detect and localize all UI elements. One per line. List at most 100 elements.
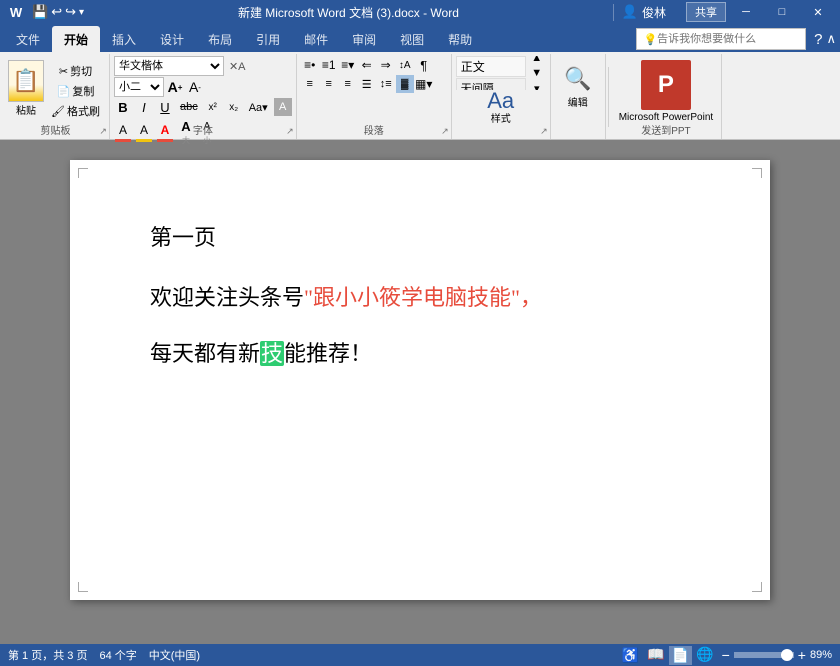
minimize-button[interactable]: ─ — [730, 0, 762, 24]
tab-layout[interactable]: 布局 — [196, 26, 244, 52]
font-family-select[interactable]: 华文楷体 — [114, 56, 224, 76]
user-name: 俊林 — [642, 4, 666, 21]
print-view-button[interactable]: 📄 — [669, 646, 692, 665]
zoom-in-button[interactable]: + — [798, 647, 806, 663]
title-bar: W 💾 ↩ ↪ ▾ 新建 Microsoft Word 文档 (3).docx … — [0, 0, 840, 24]
numbered-list-button[interactable]: ≡1 — [320, 56, 338, 74]
tell-me-box[interactable]: 💡 — [636, 28, 806, 50]
decrease-indent-button[interactable]: ⇐ — [358, 56, 376, 74]
styles-label: 样式 — [491, 110, 511, 125]
editing-label: 编辑 — [568, 94, 588, 109]
clipboard-expand-icon[interactable]: ↗ — [99, 126, 107, 137]
format-painter-button[interactable]: 🖌 格式刷 — [48, 102, 103, 120]
style-normal[interactable]: 正文 — [456, 56, 526, 77]
align-left-button[interactable]: ≡ — [301, 75, 319, 93]
tab-references[interactable]: 引用 — [244, 26, 292, 52]
line2-normal-text: 欢迎关注头条号 — [150, 285, 304, 310]
bullet-list-button[interactable]: ≡• — [301, 56, 319, 74]
document-area: 第一页 欢迎关注头条号"跟小小筱学电脑技能"， 每天都有新技能推荐！ — [0, 140, 840, 644]
restore-button[interactable]: □ — [766, 0, 798, 24]
undo-icon[interactable]: ↩ — [51, 4, 62, 20]
font-expand-icon[interactable]: ↗ — [286, 126, 294, 137]
tab-view[interactable]: 视图 — [388, 26, 436, 52]
document-page: 第一页 欢迎关注头条号"跟小小筱学电脑技能"， 每天都有新技能推荐！ — [70, 160, 770, 600]
line-spacing-button[interactable]: ↕≡ — [377, 75, 395, 93]
styles-more-button[interactable]: ▾ — [528, 81, 546, 91]
font-size-decrease-button[interactable]: A- — [186, 78, 204, 96]
bold-button[interactable]: B — [114, 98, 132, 116]
strikethrough-button[interactable]: abc — [177, 98, 201, 116]
change-case-button[interactable]: Aa▾ — [246, 98, 271, 116]
tab-review[interactable]: 审阅 — [340, 26, 388, 52]
zoom-thumb[interactable] — [781, 649, 793, 661]
web-view-button[interactable]: 🌐 — [696, 646, 713, 665]
copy-button[interactable]: 📄 复制 — [48, 82, 103, 100]
sort-button[interactable]: ↕A — [396, 56, 414, 74]
document-line-3: 每天都有新技能推荐！ — [150, 336, 690, 368]
cursor-highlight-char: 技 — [260, 341, 284, 366]
tab-mail[interactable]: 邮件 — [292, 26, 340, 52]
underline-button[interactable]: U — [156, 98, 174, 116]
user-icon: 👤 — [622, 4, 638, 20]
styles-pane-button[interactable]: Aa — [486, 92, 515, 110]
tab-home[interactable]: 开始 — [52, 26, 100, 52]
paste-button[interactable]: 📋 粘贴 — [6, 58, 46, 119]
close-button[interactable]: ✕ — [802, 0, 834, 24]
tab-help[interactable]: 帮助 — [436, 26, 484, 52]
align-center-button[interactable]: ≡ — [320, 75, 338, 93]
increase-indent-button[interactable]: ⇒ — [377, 56, 395, 74]
corner-mark-bl — [78, 582, 88, 592]
powerpoint-icon[interactable]: P — [641, 60, 691, 110]
border-button[interactable]: ▦▾ — [415, 75, 433, 93]
subscript-button[interactable]: x₂ — [225, 98, 243, 116]
status-left: 第 1 页，共 3 页 64 个字 中文(中国) — [8, 647, 200, 663]
styles-expand-icon[interactable]: ↗ — [540, 126, 548, 137]
tell-me-input[interactable] — [657, 33, 799, 45]
zoom-slider[interactable] — [734, 652, 794, 658]
zoom-level[interactable]: 89% — [810, 649, 832, 661]
editing-button[interactable]: 🔍 编辑 — [558, 64, 597, 111]
share-button[interactable]: 共享 — [686, 2, 726, 22]
document-line-1: 第一页 — [150, 220, 690, 252]
cut-button[interactable]: ✂ 剪切 — [48, 62, 103, 80]
zoom-out-button[interactable]: − — [722, 647, 730, 663]
justify-button[interactable]: ☰ — [358, 75, 376, 93]
help-icon[interactable]: ? — [814, 31, 822, 48]
style-button-area: Aa 样式 — [456, 92, 546, 125]
paragraph-group: ≡• ≡1 ≡▾ ⇐ ⇒ ↕A ¶ ≡ ≡ ≡ ☰ ↕≡ ▓ ▦▾ 段落 ↗ — [297, 54, 452, 139]
show-marks-button[interactable]: ¶ — [415, 56, 433, 74]
send-to-ppt-group: P Microsoft PowerPoint 发送到PPT — [611, 54, 722, 139]
corner-mark-tl — [78, 168, 88, 178]
font-size-select[interactable]: 小二 — [114, 77, 164, 97]
paragraph-group-label: 段落 — [297, 122, 451, 137]
document-title: 新建 Microsoft Word 文档 (3).docx - Word — [238, 6, 459, 20]
tab-file[interactable]: 文件 — [4, 26, 52, 52]
char-shading-button[interactable]: A — [274, 98, 292, 116]
superscript-button[interactable]: x² — [204, 98, 222, 116]
multilevel-list-button[interactable]: ≡▾ — [339, 56, 357, 74]
redo-icon[interactable]: ↪ — [65, 4, 76, 20]
tab-design[interactable]: 设计 — [148, 26, 196, 52]
align-right-button[interactable]: ≡ — [339, 75, 357, 93]
clear-format-button[interactable]: ✕A — [226, 57, 249, 75]
read-view-button[interactable]: 📖 — [647, 646, 664, 665]
ribbon-tab-row: 文件 开始 插入 设计 布局 引用 邮件 审阅 视图 帮助 💡 ? ∧ — [0, 24, 840, 52]
accessibility-icon[interactable]: ♿ — [622, 647, 639, 664]
corner-mark-tr — [752, 168, 762, 178]
tab-insert[interactable]: 插入 — [100, 26, 148, 52]
ribbon-divider — [608, 67, 609, 127]
font-group: 华文楷体 ✕A 小二 A+ A- B I U abc x² x₂ Aa▾ A A — [110, 54, 297, 139]
italic-button[interactable]: I — [135, 98, 153, 116]
ribbon-collapse-icon[interactable]: ∧ — [826, 31, 836, 47]
paragraph-expand-icon[interactable]: ↗ — [441, 126, 449, 137]
font-size-increase-button[interactable]: A+ — [166, 78, 184, 96]
shading-button[interactable]: ▓ — [396, 75, 414, 93]
styles-scroll-up-button[interactable]: ▲ — [528, 56, 546, 65]
paste-label: 粘贴 — [16, 102, 36, 117]
ribbon-content: 📋 粘贴 ✂ 剪切 📄 复制 🖌 格式刷 剪贴板 ↗ 华文楷体 ✕A 小二 A — [0, 52, 840, 140]
save-icon[interactable]: 💾 — [32, 4, 48, 20]
line3-text-before: 每天都有新 — [150, 341, 260, 366]
font-group-label: 字体 — [110, 122, 296, 137]
styles-scroll-down-button[interactable]: ▼ — [528, 66, 546, 80]
corner-mark-br — [752, 582, 762, 592]
